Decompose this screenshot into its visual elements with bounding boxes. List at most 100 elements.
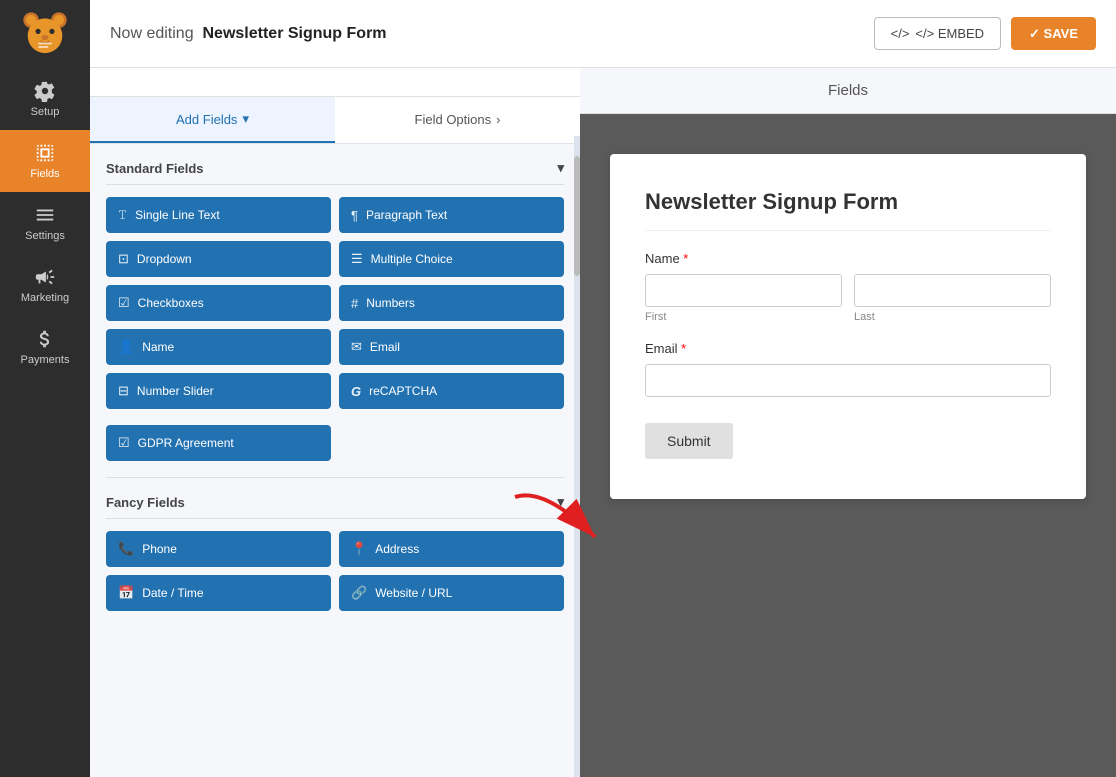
sidebar-fields-label: Fields (30, 168, 59, 180)
field-options-label: Field Options (415, 112, 492, 127)
field-btn-email[interactable]: ✉ Email (339, 329, 564, 365)
numbers-icon: # (351, 296, 358, 311)
chevron-right-icon: › (496, 112, 500, 127)
left-panel: Add Fields ▾ Field Options › Standard Fi… (90, 68, 580, 777)
tabs-container: Add Fields ▾ Field Options › (90, 97, 580, 144)
email-label: Email (370, 340, 400, 354)
field-btn-paragraph-text[interactable]: ¶ Paragraph Text (339, 197, 564, 233)
paragraph-text-label: Paragraph Text (366, 208, 447, 222)
website-url-icon: 🔗 (351, 585, 367, 601)
save-label: ✓ SAVE (1029, 26, 1078, 42)
bear-logo (19, 8, 71, 60)
standard-fields-collapse-icon[interactable]: ▾ (557, 160, 564, 176)
topbar-title: Now editing Newsletter Signup Form (110, 25, 387, 43)
sidebar: Setup Fields Settings Marketing Payments (0, 0, 90, 777)
recaptcha-label: reCAPTCHA (369, 384, 437, 398)
sidebar-item-fields[interactable]: Fields (0, 130, 90, 192)
field-btn-date-time[interactable]: 📅 Date / Time (106, 575, 331, 611)
marketing-icon (34, 266, 56, 288)
left-panel-header (90, 68, 580, 97)
payments-icon (34, 328, 56, 350)
topbar: Now editing Newsletter Signup Form </> <… (90, 0, 1116, 68)
field-btn-checkboxes[interactable]: ☑ Checkboxes (106, 285, 331, 321)
field-btn-single-line-text[interactable]: 𝚃 Single Line Text (106, 197, 331, 233)
standard-fields-header: Standard Fields ▾ (106, 160, 564, 185)
date-time-icon: 📅 (118, 585, 134, 601)
checkboxes-icon: ☑ (118, 295, 130, 311)
sidebar-item-setup[interactable]: Setup (0, 68, 90, 130)
left-panel-wrapper: Add Fields ▾ Field Options › Standard Fi… (90, 68, 580, 777)
gear-icon (34, 80, 56, 102)
save-button[interactable]: ✓ SAVE (1011, 17, 1096, 50)
right-panel: Fields Newsletter Signup Form Name * Fir… (580, 68, 1116, 777)
embed-icon: </> (891, 26, 910, 41)
tab-add-fields[interactable]: Add Fields ▾ (90, 97, 335, 143)
fields-icon (34, 142, 56, 164)
name-first-input[interactable] (645, 274, 842, 307)
content-area: Add Fields ▾ Field Options › Standard Fi… (90, 68, 1116, 777)
name-last-input[interactable] (854, 274, 1051, 307)
field-btn-phone[interactable]: 📞 Phone (106, 531, 331, 567)
section-divider (106, 477, 564, 478)
logo (0, 0, 90, 68)
scrollbar-thumb[interactable] (574, 156, 580, 276)
phone-label: Phone (142, 542, 177, 556)
name-last-sublabel: Last (854, 311, 1051, 323)
fields-section-label: Fields (828, 82, 868, 99)
name-last-wrap: Last (854, 274, 1051, 323)
email-input[interactable] (645, 364, 1051, 397)
single-line-text-icon: 𝚃 (118, 207, 127, 223)
sidebar-item-marketing[interactable]: Marketing (0, 254, 90, 316)
settings-icon (34, 204, 56, 226)
form-field-email: Email * (645, 341, 1051, 397)
recaptcha-icon: G (351, 384, 361, 399)
name-inputs: First Last (645, 274, 1051, 323)
email-required-star: * (678, 341, 687, 356)
topbar-actions: </> </> EMBED ✓ SAVE (874, 17, 1096, 50)
website-url-label: Website / URL (375, 586, 452, 600)
scrollbar-track[interactable] (574, 136, 580, 777)
date-time-label: Date / Time (142, 586, 203, 600)
main-content: Now editing Newsletter Signup Form </> <… (90, 0, 1116, 777)
field-btn-multiple-choice[interactable]: ☰ Multiple Choice (339, 241, 564, 277)
fancy-fields-header: Fancy Fields ▾ (106, 494, 564, 519)
embed-button[interactable]: </> </> EMBED (874, 17, 1001, 50)
editing-prefix: Now editing (110, 25, 194, 42)
fancy-fields-grid: 📞 Phone 📍 Address 📅 Date / Time 🔗 (106, 531, 564, 611)
field-btn-address[interactable]: 📍 Address (339, 531, 564, 567)
sidebar-marketing-label: Marketing (21, 292, 69, 304)
sidebar-payments-label: Payments (21, 354, 70, 366)
checkboxes-label: Checkboxes (138, 296, 204, 310)
multiple-choice-icon: ☰ (351, 251, 363, 267)
single-line-text-label: Single Line Text (135, 208, 220, 222)
right-panel-header: Fields (580, 68, 1116, 114)
standard-fields-label: Standard Fields (106, 161, 204, 176)
name-icon: 👤 (118, 339, 134, 355)
address-label: Address (375, 542, 419, 556)
tab-field-options[interactable]: Field Options › (335, 97, 580, 143)
field-btn-website-url[interactable]: 🔗 Website / URL (339, 575, 564, 611)
dropdown-label: Dropdown (137, 252, 192, 266)
phone-icon: 📞 (118, 541, 134, 557)
fancy-fields-collapse-icon[interactable]: ▾ (557, 494, 564, 510)
submit-button[interactable]: Submit (645, 423, 733, 459)
field-btn-numbers[interactable]: # Numbers (339, 285, 564, 321)
form-name: Newsletter Signup Form (203, 25, 387, 42)
chevron-down-icon: ▾ (242, 111, 249, 127)
name-field-label: Name * (645, 251, 1051, 266)
field-btn-gdpr-agreement[interactable]: ☑ GDPR Agreement (106, 425, 331, 461)
sidebar-item-settings[interactable]: Settings (0, 192, 90, 254)
sidebar-settings-label: Settings (25, 230, 65, 242)
fields-scroll[interactable]: Standard Fields ▾ 𝚃 Single Line Text ¶ P… (90, 144, 580, 777)
form-card: Newsletter Signup Form Name * First (610, 154, 1086, 499)
required-star: * (680, 251, 689, 266)
sidebar-item-payments[interactable]: Payments (0, 316, 90, 378)
submit-label: Submit (667, 433, 711, 449)
field-btn-dropdown[interactable]: ⊡ Dropdown (106, 241, 331, 277)
field-btn-number-slider[interactable]: ⊟ Number Slider (106, 373, 331, 409)
email-icon: ✉ (351, 339, 362, 355)
field-btn-recaptcha[interactable]: G reCAPTCHA (339, 373, 564, 409)
gdpr-icon: ☑ (118, 435, 130, 451)
field-btn-name[interactable]: 👤 Name (106, 329, 331, 365)
form-field-name: Name * First Last (645, 251, 1051, 323)
